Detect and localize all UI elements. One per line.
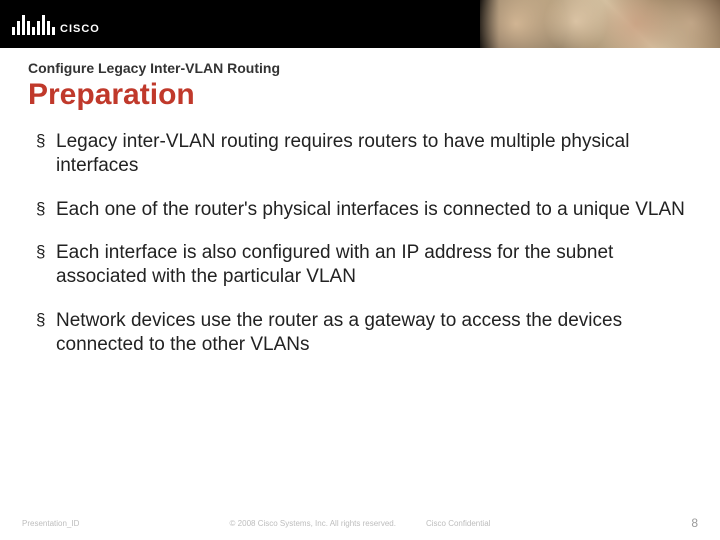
cisco-logo-text: CISCO <box>60 23 100 35</box>
slide-header: CISCO <box>0 0 720 48</box>
footer-copyright: © 2008 Cisco Systems, Inc. All rights re… <box>230 519 396 528</box>
list-item: Network devices use the router as a gate… <box>36 309 692 357</box>
footer-page-number: 8 <box>691 516 698 530</box>
slide-footer: Presentation_ID © 2008 Cisco Systems, In… <box>0 516 720 530</box>
slide-content: Configure Legacy Inter-VLAN Routing Prep… <box>0 48 720 356</box>
list-item: Each interface is also configured with a… <box>36 241 692 289</box>
list-item: Each one of the router's physical interf… <box>36 198 692 222</box>
slide-title: Preparation <box>28 78 692 112</box>
slide-subtitle: Configure Legacy Inter-VLAN Routing <box>28 60 692 76</box>
cisco-logo-bars-icon <box>12 13 55 35</box>
footer-presentation-id: Presentation_ID <box>22 519 79 528</box>
header-photo-strip <box>480 0 720 48</box>
footer-confidential: Cisco Confidential <box>426 519 490 528</box>
list-item: Legacy inter-VLAN routing requires route… <box>36 130 692 178</box>
cisco-logo: CISCO <box>12 13 100 35</box>
bullet-list: Legacy inter-VLAN routing requires route… <box>28 130 692 356</box>
